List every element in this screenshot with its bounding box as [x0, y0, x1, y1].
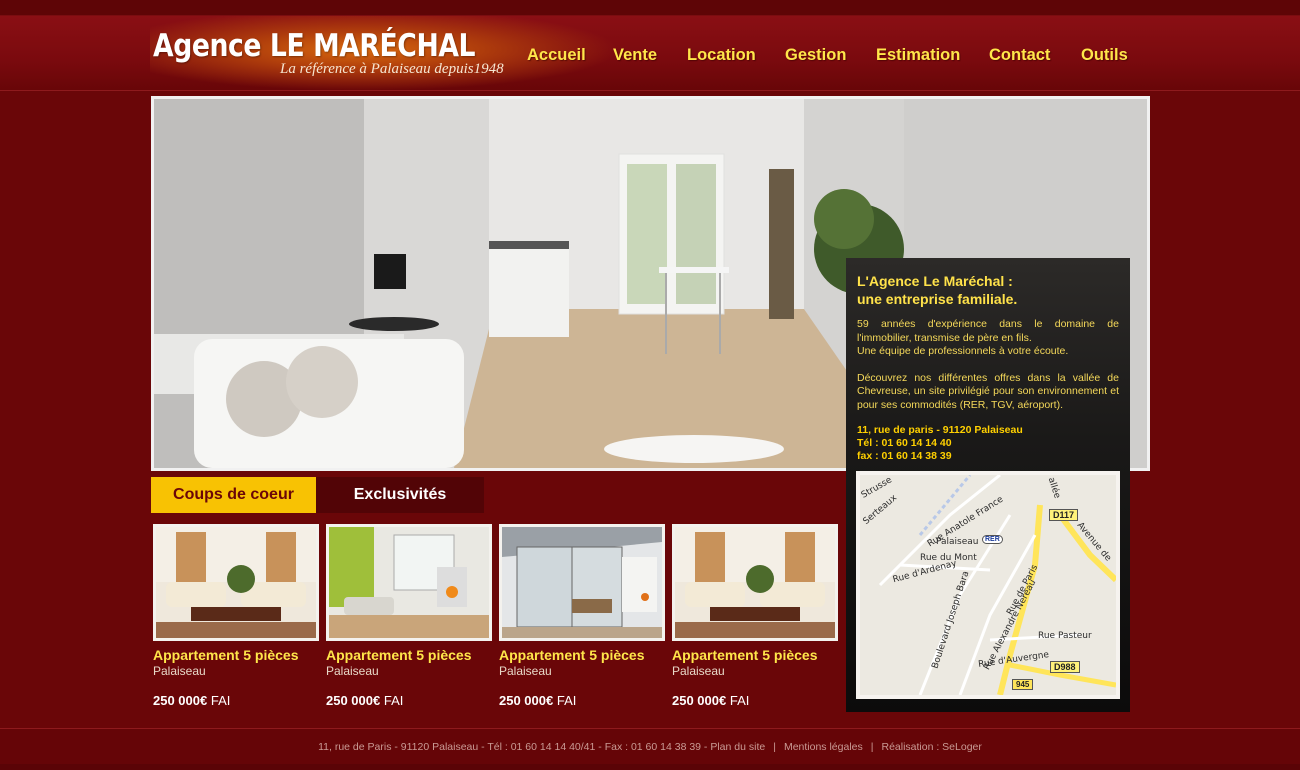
logo-title[interactable]: Agence LE MARÉCHAL — [153, 28, 476, 64]
listing-card[interactable]: Appartement 5 pièces Palaiseau 250 000€ … — [153, 524, 319, 708]
listing-city: Palaiseau — [672, 664, 725, 678]
road-shield: 945 — [1012, 679, 1034, 690]
tab-coups-de-coeur[interactable]: Coups de coeur — [151, 477, 316, 513]
listing-card[interactable]: Appartement 5 pièces Palaiseau 250 000€ … — [499, 524, 665, 708]
listing-price: 250 000€ FAI — [672, 693, 750, 708]
nav-vente[interactable]: Vente — [613, 46, 657, 65]
nav-outils[interactable]: Outils — [1081, 46, 1128, 65]
listing-title[interactable]: Appartement 5 pièces — [153, 647, 319, 663]
bottom-strip — [0, 764, 1300, 770]
listing-card[interactable]: Appartement 5 pièces Palaiseau 250 000€ … — [672, 524, 838, 708]
footer-legal-link[interactable]: Mentions légales — [781, 741, 866, 753]
logo-tagline: La référence à Palaiseau depuis1948 — [280, 61, 504, 77]
listing-title[interactable]: Appartement 5 pièces — [326, 647, 492, 663]
nav-contact[interactable]: Contact — [989, 46, 1050, 65]
nav-gestion[interactable]: Gestion — [785, 46, 846, 65]
map-label: Rue Pasteur — [1038, 631, 1092, 641]
nav-location[interactable]: Location — [687, 46, 756, 65]
listing-photo[interactable] — [326, 524, 492, 641]
road-shield: D117 — [1049, 509, 1079, 521]
map-label: Palaiseau — [936, 537, 979, 547]
nav-estimation[interactable]: Estimation — [876, 46, 960, 65]
listing-card[interactable]: Appartement 5 pièces Palaiseau 250 000€ … — [326, 524, 492, 708]
listing-city: Palaiseau — [153, 664, 206, 678]
listing-title[interactable]: Appartement 5 pièces — [499, 647, 665, 663]
listing-city: Palaiseau — [326, 664, 379, 678]
nav-accueil[interactable]: Accueil — [527, 46, 586, 65]
footer-text: 11, rue de Paris - 91120 Palaiseau - Tél… — [0, 741, 1300, 753]
tab-exclusivites[interactable]: Exclusivités — [316, 477, 484, 513]
listing-price: 250 000€ FAI — [153, 693, 231, 708]
listing-price: 250 000€ FAI — [499, 693, 577, 708]
road-shield: D988 — [1050, 661, 1080, 673]
footer-contact[interactable]: 11, rue de Paris - 91120 Palaiseau - Tél… — [315, 741, 768, 753]
top-strip — [0, 0, 1300, 16]
agency-address: 11, rue de paris - 91120 Palaiseau Tél :… — [857, 424, 1023, 462]
listing-photo[interactable] — [672, 524, 838, 641]
info-title: L'Agence Le Maréchal : une entreprise fa… — [857, 273, 1018, 307]
listing-price: 250 000€ FAI — [326, 693, 404, 708]
listing-photo[interactable] — [499, 524, 665, 641]
listing-title[interactable]: Appartement 5 pièces — [672, 647, 838, 663]
listing-photo[interactable] — [153, 524, 319, 641]
info-description: 59 années d'expérience dans le domaine d… — [857, 318, 1119, 411]
location-map[interactable]: Rue Anatole France Palaiseau Rue du Mont… — [856, 471, 1120, 699]
listing-city: Palaiseau — [499, 664, 552, 678]
rer-icon: RER — [982, 535, 1003, 544]
footer-credit-link[interactable]: Réalisation : SeLoger — [878, 741, 984, 753]
